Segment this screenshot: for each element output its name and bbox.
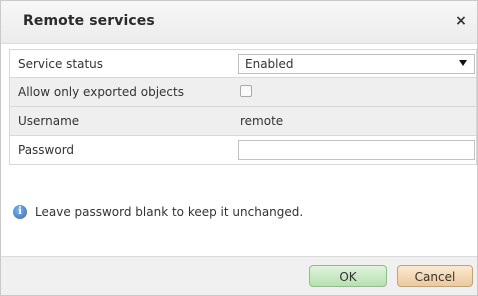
allow-exported-checkbox[interactable] (240, 85, 252, 97)
allow-exported-row: Allow only exported objects (9, 78, 477, 107)
cancel-button[interactable]: Cancel (397, 265, 473, 287)
password-row: Password (9, 136, 477, 165)
username-row: Username remote (9, 107, 477, 136)
service-status-label: Service status (18, 57, 104, 71)
allow-exported-label: Allow only exported objects (18, 85, 184, 99)
info-icon: i (13, 205, 27, 219)
password-input[interactable] (238, 140, 475, 160)
info-text: Leave password blank to keep it unchange… (35, 205, 304, 219)
service-status-select[interactable]: Enabled (238, 54, 475, 74)
username-label: Username (18, 114, 80, 128)
dialog-footer: OK Cancel (1, 256, 477, 295)
username-value: remote (240, 114, 284, 128)
ok-button[interactable]: OK (309, 265, 387, 287)
dropdown-caret-icon (459, 60, 467, 66)
remote-services-dialog: Remote services × Service status Enabled… (0, 0, 478, 296)
service-status-value: Enabled (245, 57, 294, 71)
close-icon[interactable]: × (453, 13, 469, 29)
dialog-title: Remote services (23, 13, 155, 29)
dialog-titlebar: Remote services × (1, 1, 477, 44)
info-message: i Leave password blank to keep it unchan… (13, 205, 303, 219)
settings-form: Service status Enabled Allow only export… (9, 49, 477, 165)
service-status-row: Service status Enabled (9, 49, 477, 78)
password-label: Password (18, 143, 75, 157)
